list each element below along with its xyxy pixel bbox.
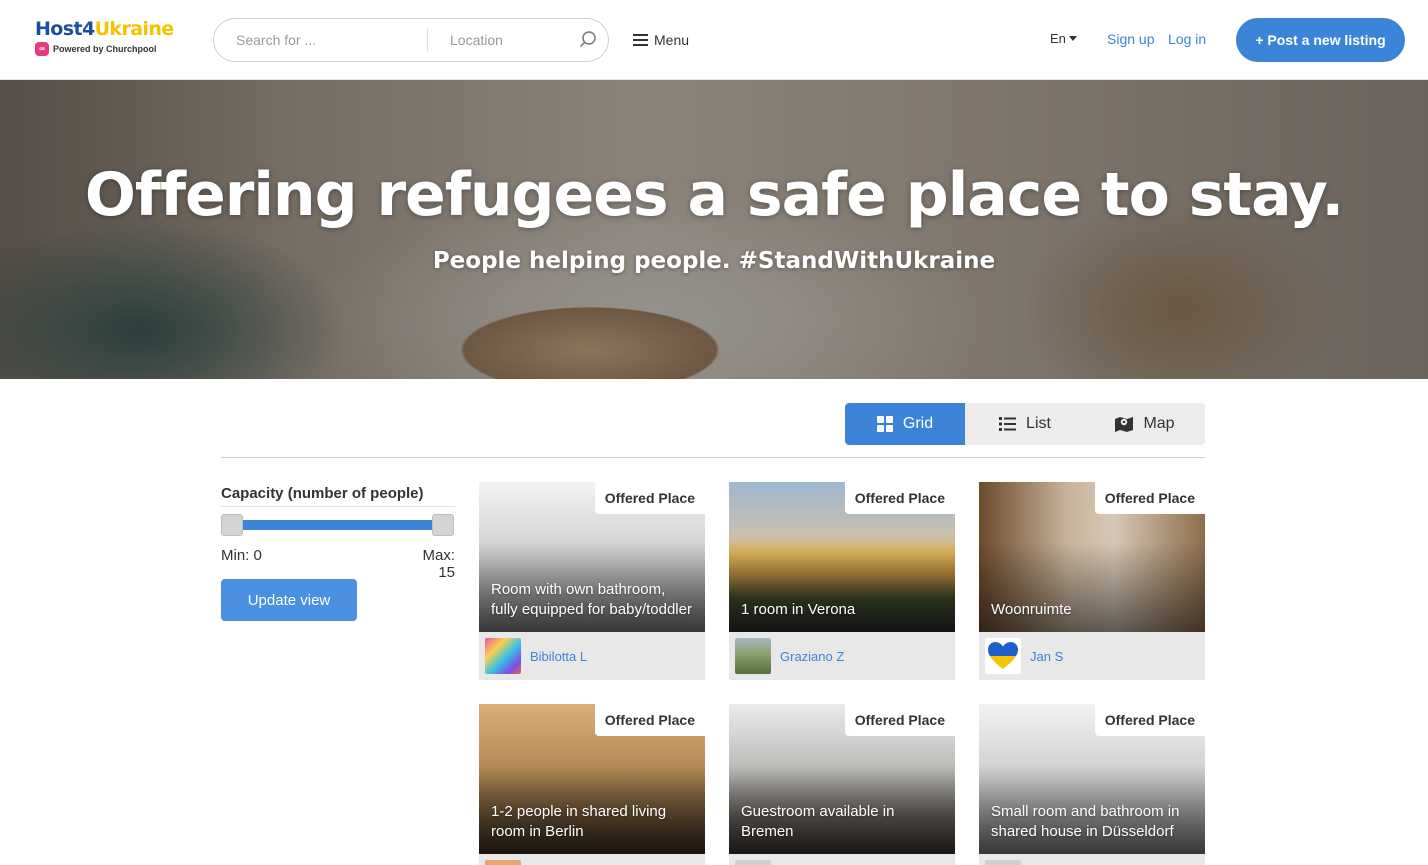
content-divider xyxy=(221,457,1205,458)
listing-title[interactable]: Room with own bathroom, fully equipped f… xyxy=(491,580,693,620)
churchpool-logo-icon: ∞ xyxy=(35,42,49,56)
top-header: Host4Ukraine ∞ Powered by Churchpool Men… xyxy=(0,0,1428,80)
location-input[interactable] xyxy=(450,19,570,61)
listing-owner xyxy=(479,854,705,865)
owner-name-link[interactable]: Graziano Z xyxy=(780,649,844,664)
listing-owner: Bibilotta L xyxy=(479,632,705,680)
logo-title-host: Host4 xyxy=(35,18,95,40)
listing-title[interactable]: 1-2 people in shared living room in Berl… xyxy=(491,802,693,842)
list-view-button[interactable]: List xyxy=(965,403,1085,445)
powered-by-text: Powered by Churchpool xyxy=(53,44,157,54)
listing-title[interactable]: Woonruimte xyxy=(991,600,1193,620)
login-link[interactable]: Log in xyxy=(1168,31,1206,47)
owner-name-link[interactable]: Jan S xyxy=(1030,649,1063,664)
search-input[interactable] xyxy=(236,19,426,61)
menu-label: Menu xyxy=(654,32,690,48)
capacity-range-slider[interactable] xyxy=(221,514,455,536)
slider-min-handle[interactable] xyxy=(221,514,243,536)
view-toggle: Grid List Map xyxy=(845,403,1205,445)
listing-card[interactable]: Offered Place Small room and bathroom in… xyxy=(979,704,1205,865)
language-label: En xyxy=(1050,31,1066,46)
logo-title: Host4Ukraine xyxy=(35,18,185,40)
hamburger-icon xyxy=(633,34,648,46)
listing-owner xyxy=(979,854,1205,865)
post-listing-button[interactable]: + Post a new listing xyxy=(1236,18,1405,62)
owner-avatar[interactable] xyxy=(735,638,771,674)
listing-card[interactable]: Offered Place Room with own bathroom, fu… xyxy=(479,482,705,680)
listing-owner: Jan S xyxy=(979,632,1205,680)
listing-image[interactable]: Offered Place Small room and bathroom in… xyxy=(979,704,1205,854)
listing-title[interactable]: Small room and bathroom in shared house … xyxy=(991,802,1193,842)
slider-max-handle[interactable] xyxy=(432,514,454,536)
listing-type-badge: Offered Place xyxy=(844,704,955,736)
map-icon xyxy=(1115,417,1134,432)
owner-avatar[interactable] xyxy=(485,860,521,865)
search-icon[interactable] xyxy=(578,30,598,50)
owner-avatar[interactable] xyxy=(735,860,771,865)
listing-type-badge: Offered Place xyxy=(594,704,705,736)
capacity-max-label: Max: 15 xyxy=(422,547,455,581)
listing-image[interactable]: Offered Place 1 room in Verona xyxy=(729,482,955,632)
map-view-label: Map xyxy=(1143,415,1175,432)
heart-icon xyxy=(988,642,1018,669)
listing-title[interactable]: Guestroom available in Bremen xyxy=(741,802,943,842)
owner-avatar[interactable] xyxy=(985,860,1021,865)
listing-image[interactable]: Offered Place Room with own bathroom, fu… xyxy=(479,482,705,632)
grid-icon xyxy=(876,416,893,432)
caret-down-icon xyxy=(1068,36,1077,41)
search-separator xyxy=(427,29,428,51)
listing-title[interactable]: 1 room in Verona xyxy=(741,600,943,620)
listing-owner: Graziano Z xyxy=(729,632,955,680)
hero-subtitle: People helping people. #StandWithUkraine xyxy=(432,248,996,274)
slider-track xyxy=(231,520,443,530)
signup-link[interactable]: Sign up xyxy=(1107,31,1154,47)
capacity-filter-title: Capacity (number of people) xyxy=(221,485,424,502)
owner-avatar[interactable] xyxy=(485,638,521,674)
menu-button[interactable]: Menu xyxy=(633,30,689,50)
grid-view-label: Grid xyxy=(902,415,934,432)
language-selector[interactable]: En xyxy=(1050,31,1077,46)
listing-type-badge: Offered Place xyxy=(594,482,705,514)
capacity-min-label: Min: 0 xyxy=(221,547,262,564)
ukraine-heart-avatar[interactable] xyxy=(985,638,1021,674)
logo-title-ukraine: Ukraine xyxy=(94,18,175,40)
update-view-button[interactable]: Update view xyxy=(221,579,357,621)
search-bar xyxy=(213,18,609,62)
listing-card[interactable]: Offered Place 1 room in Verona Graziano … xyxy=(729,482,955,680)
listing-image[interactable]: Offered Place Woonruimte xyxy=(979,482,1205,632)
listing-card[interactable]: Offered Place 1-2 people in shared livin… xyxy=(479,704,705,865)
listing-image[interactable]: Offered Place Guestroom available in Bre… xyxy=(729,704,955,854)
listing-type-badge: Offered Place xyxy=(1094,482,1205,514)
logo-subtitle: ∞ Powered by Churchpool xyxy=(35,42,185,56)
site-logo[interactable]: Host4Ukraine ∞ Powered by Churchpool xyxy=(35,18,185,62)
listing-image[interactable]: Offered Place 1-2 people in shared livin… xyxy=(479,704,705,854)
listing-owner xyxy=(729,854,955,865)
map-view-button[interactable]: Map xyxy=(1085,403,1205,445)
listing-type-badge: Offered Place xyxy=(844,482,955,514)
owner-name-link[interactable]: Bibilotta L xyxy=(530,649,587,664)
list-icon xyxy=(999,417,1017,431)
listing-card[interactable]: Offered Place Guestroom available in Bre… xyxy=(729,704,955,865)
list-view-label: List xyxy=(1026,415,1051,432)
hero-title: Offering refugees a safe place to stay. xyxy=(84,160,1344,230)
hero-banner: Offering refugees a safe place to stay. … xyxy=(0,80,1428,379)
filter-divider xyxy=(221,506,455,507)
grid-view-button[interactable]: Grid xyxy=(845,403,965,445)
listing-type-badge: Offered Place xyxy=(1094,704,1205,736)
listing-card[interactable]: Offered Place Woonruimte Jan S xyxy=(979,482,1205,680)
